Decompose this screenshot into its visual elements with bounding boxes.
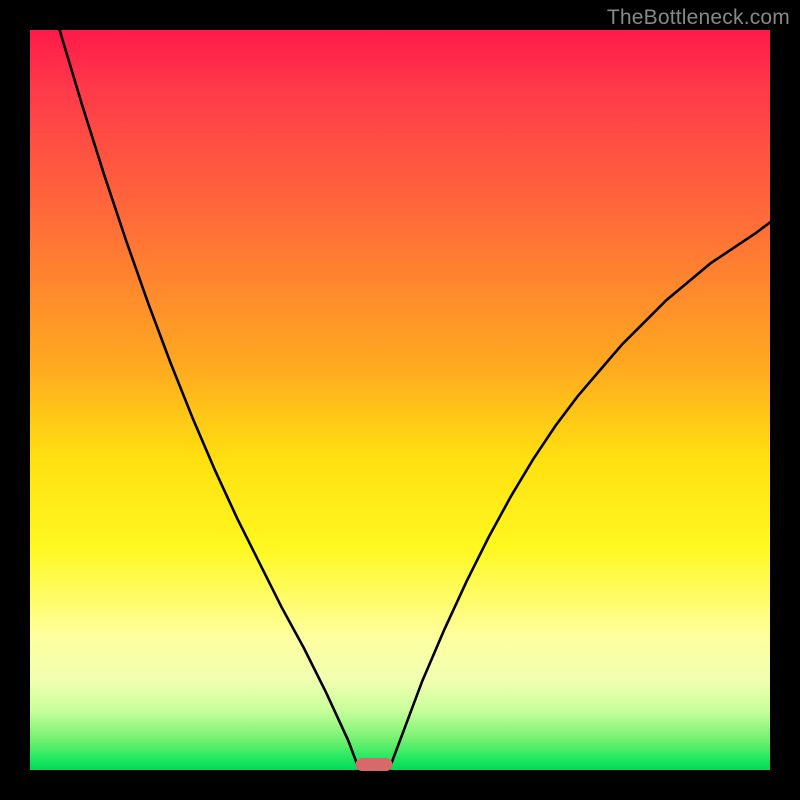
chart-frame: TheBottleneck.com — [0, 0, 800, 800]
right-branch-path — [389, 222, 770, 770]
bottleneck-curve — [30, 30, 770, 770]
optimal-marker — [356, 758, 393, 771]
watermark-text: TheBottleneck.com — [607, 6, 790, 30]
left-branch-path — [60, 30, 360, 770]
plot-area — [30, 30, 770, 770]
